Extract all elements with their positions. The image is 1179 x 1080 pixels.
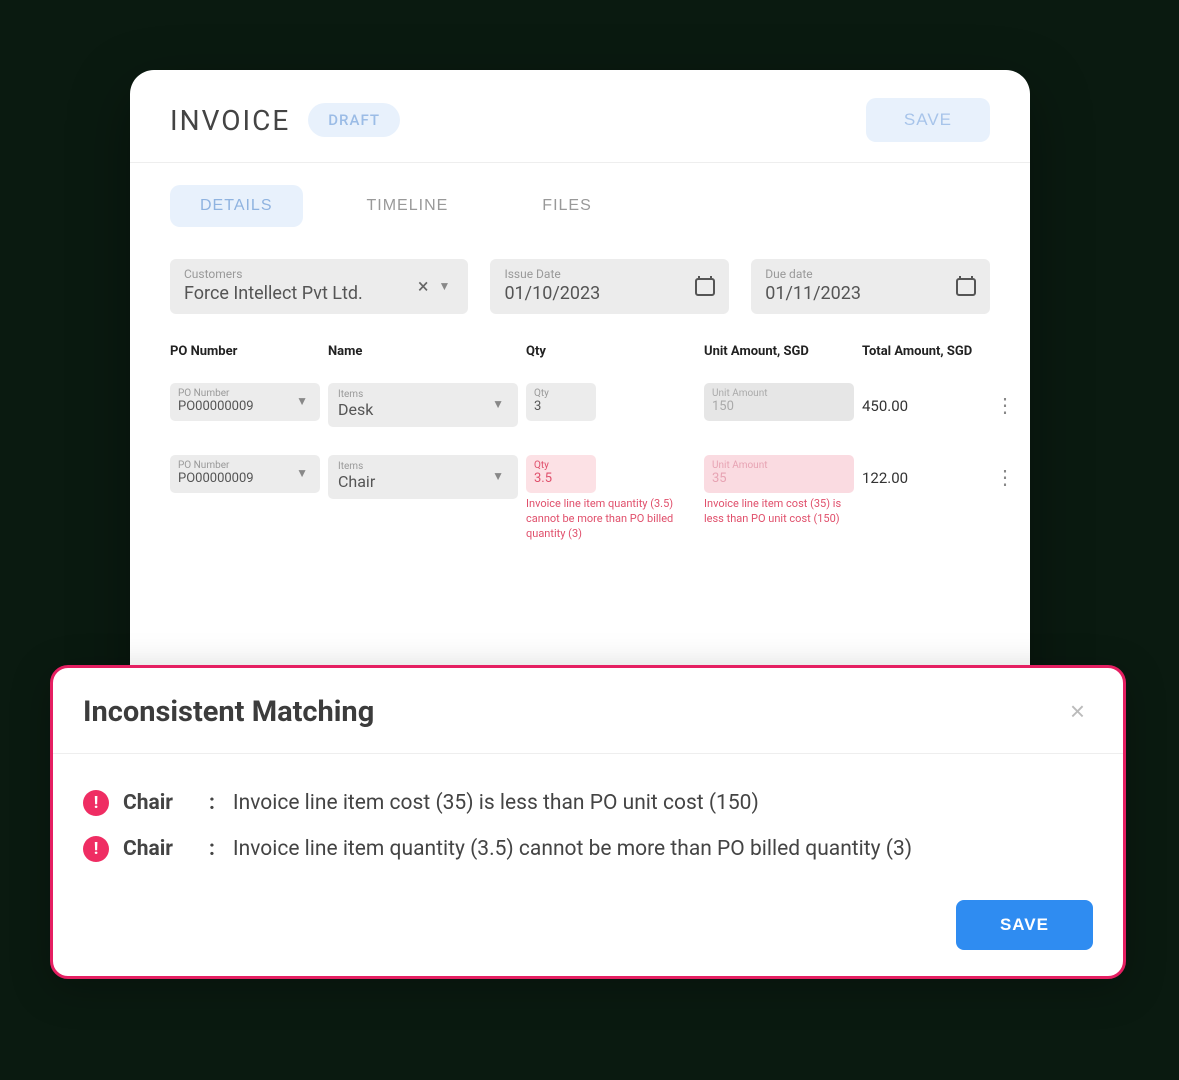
po-number-select[interactable]: PO Number PO00000009 ▼: [170, 383, 320, 421]
chevron-down-icon[interactable]: ▼: [435, 279, 455, 293]
issue-date-label: Issue Date: [504, 267, 695, 281]
invoice-header: INVOICE DRAFT SAVE: [130, 70, 1030, 163]
tab-files[interactable]: FILES: [512, 185, 621, 227]
issue-separator: :: [209, 837, 215, 861]
item-select[interactable]: Items Desk ▼: [328, 383, 518, 427]
issue-row: ! Chair : Invoice line item quantity (3.…: [83, 826, 1093, 872]
po-value: PO00000009: [178, 399, 292, 414]
unit-label: Unit Amount: [712, 460, 846, 471]
page-title: INVOICE: [170, 104, 290, 137]
table-row: PO Number PO00000009 ▼ Items Chair ▼ Qty…: [170, 441, 990, 556]
customer-select[interactable]: Customers Force Intellect Pvt Ltd. × ▼: [170, 259, 468, 314]
qty-label: Qty: [534, 460, 588, 471]
inconsistent-matching-dialog: Inconsistent Matching × ! Chair : Invoic…: [50, 665, 1126, 979]
chevron-down-icon[interactable]: ▼: [292, 466, 312, 480]
row-more-icon[interactable]: ⋮: [990, 383, 1020, 417]
clear-icon[interactable]: ×: [412, 274, 435, 298]
item-label: Items: [338, 389, 488, 400]
col-unit: Unit Amount, SGD: [704, 344, 854, 359]
status-badge: DRAFT: [308, 103, 400, 137]
item-label: Items: [338, 461, 488, 472]
unit-amount-input: Unit Amount 150: [704, 383, 854, 421]
qty-label: Qty: [534, 388, 588, 399]
due-date-field[interactable]: Due date 01/11/2023: [751, 259, 990, 314]
customer-label: Customers: [184, 267, 412, 281]
table-header: PO Number Name Qty Unit Amount, SGD Tota…: [170, 334, 990, 369]
po-number-select[interactable]: PO Number PO00000009 ▼: [170, 455, 320, 493]
dialog-footer: SAVE: [53, 888, 1123, 976]
issue-item-name: Chair: [123, 791, 195, 815]
calendar-icon[interactable]: [695, 276, 715, 296]
issue-date-value: 01/10/2023: [504, 283, 695, 304]
issue-message: Invoice line item quantity (3.5) cannot …: [233, 837, 912, 861]
issue-separator: :: [209, 791, 215, 815]
total-value: 122.00: [862, 455, 982, 487]
item-select[interactable]: Items Chair ▼: [328, 455, 518, 499]
tab-details[interactable]: DETAILS: [170, 185, 303, 227]
warning-icon: !: [83, 836, 109, 862]
dialog-body: ! Chair : Invoice line item cost (35) is…: [53, 754, 1123, 888]
unit-amount-input[interactable]: Unit Amount 35: [704, 455, 854, 493]
invoice-card: INVOICE DRAFT SAVE DETAILS TIMELINE FILE…: [130, 70, 1030, 720]
fields-row: Customers Force Intellect Pvt Ltd. × ▼ I…: [130, 245, 1030, 334]
calendar-icon[interactable]: [956, 276, 976, 296]
qty-error-text: Invoice line item quantity (3.5) cannot …: [526, 497, 696, 542]
dialog-save-button[interactable]: SAVE: [956, 900, 1093, 950]
total-value: 450.00: [862, 383, 982, 415]
qty-input[interactable]: Qty 3.5: [526, 455, 596, 493]
issue-message: Invoice line item cost (35) is less than…: [233, 791, 759, 815]
issue-row: ! Chair : Invoice line item cost (35) is…: [83, 780, 1093, 826]
col-total: Total Amount, SGD: [862, 344, 982, 359]
tab-timeline[interactable]: TIMELINE: [337, 185, 479, 227]
item-value: Chair: [338, 472, 488, 491]
po-value: PO00000009: [178, 471, 292, 486]
col-name: Name: [328, 344, 518, 359]
issue-item-name: Chair: [123, 837, 195, 861]
po-label: PO Number: [178, 388, 292, 399]
unit-value: 150: [712, 399, 846, 414]
due-date-value: 01/11/2023: [765, 283, 956, 304]
unit-value: 35: [712, 471, 846, 486]
qty-input[interactable]: Qty 3: [526, 383, 596, 421]
dialog-title: Inconsistent Matching: [83, 695, 374, 729]
issue-date-field[interactable]: Issue Date 01/10/2023: [490, 259, 729, 314]
chevron-down-icon[interactable]: ▼: [488, 397, 508, 411]
due-date-label: Due date: [765, 267, 956, 281]
item-value: Desk: [338, 400, 488, 419]
chevron-down-icon[interactable]: ▼: [488, 469, 508, 483]
line-items-table: PO Number Name Qty Unit Amount, SGD Tota…: [130, 334, 1030, 556]
close-icon[interactable]: ×: [1062, 692, 1093, 731]
chevron-down-icon[interactable]: ▼: [292, 394, 312, 408]
qty-value: 3.5: [534, 471, 588, 486]
save-button[interactable]: SAVE: [866, 98, 990, 142]
warning-icon: !: [83, 790, 109, 816]
dialog-header: Inconsistent Matching ×: [53, 668, 1123, 754]
col-po: PO Number: [170, 344, 320, 359]
unit-label: Unit Amount: [712, 388, 846, 399]
table-row: PO Number PO00000009 ▼ Items Desk ▼ Qty …: [170, 369, 990, 441]
qty-value: 3: [534, 399, 588, 414]
row-more-icon[interactable]: ⋮: [990, 455, 1020, 489]
tabs: DETAILS TIMELINE FILES: [130, 163, 1030, 245]
po-label: PO Number: [178, 460, 292, 471]
customer-value: Force Intellect Pvt Ltd.: [184, 283, 412, 304]
unit-error-text: Invoice line item cost (35) is less than…: [704, 497, 854, 527]
col-qty: Qty: [526, 344, 696, 359]
